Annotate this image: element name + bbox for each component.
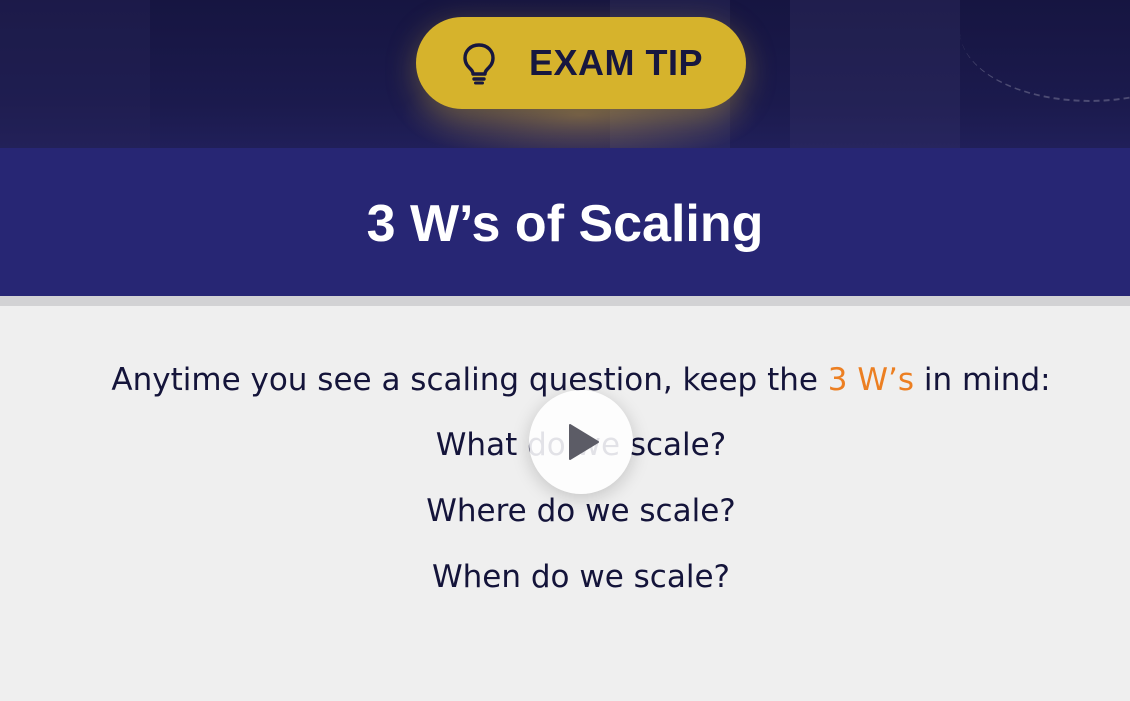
question-when: When do we scale?: [432, 559, 730, 595]
slide-body: Anytime you see a scaling question, keep…: [0, 306, 1130, 701]
exam-tip-label: EXAM TIP: [528, 42, 703, 83]
play-icon: [561, 422, 601, 462]
intro-text-before: Anytime you see a scaling question, keep…: [111, 362, 828, 398]
title-banner: 3 W’s of Scaling: [0, 148, 1130, 296]
intro-text-after: in mind:: [914, 362, 1051, 398]
video-frame: EXAM TIP 3 W’s of Scaling Anytime you se…: [0, 0, 1130, 701]
header-backdrop: EXAM TIP: [0, 0, 1130, 148]
play-button[interactable]: [529, 390, 633, 494]
banner-divider: [0, 296, 1130, 306]
question-where: Where do we scale?: [426, 493, 736, 529]
intro-highlight: 3 W’s: [827, 362, 915, 398]
exam-tip-badge: EXAM TIP: [416, 17, 746, 109]
slide-title: 3 W’s of Scaling: [366, 195, 764, 253]
lightbulb-icon: [459, 41, 499, 85]
